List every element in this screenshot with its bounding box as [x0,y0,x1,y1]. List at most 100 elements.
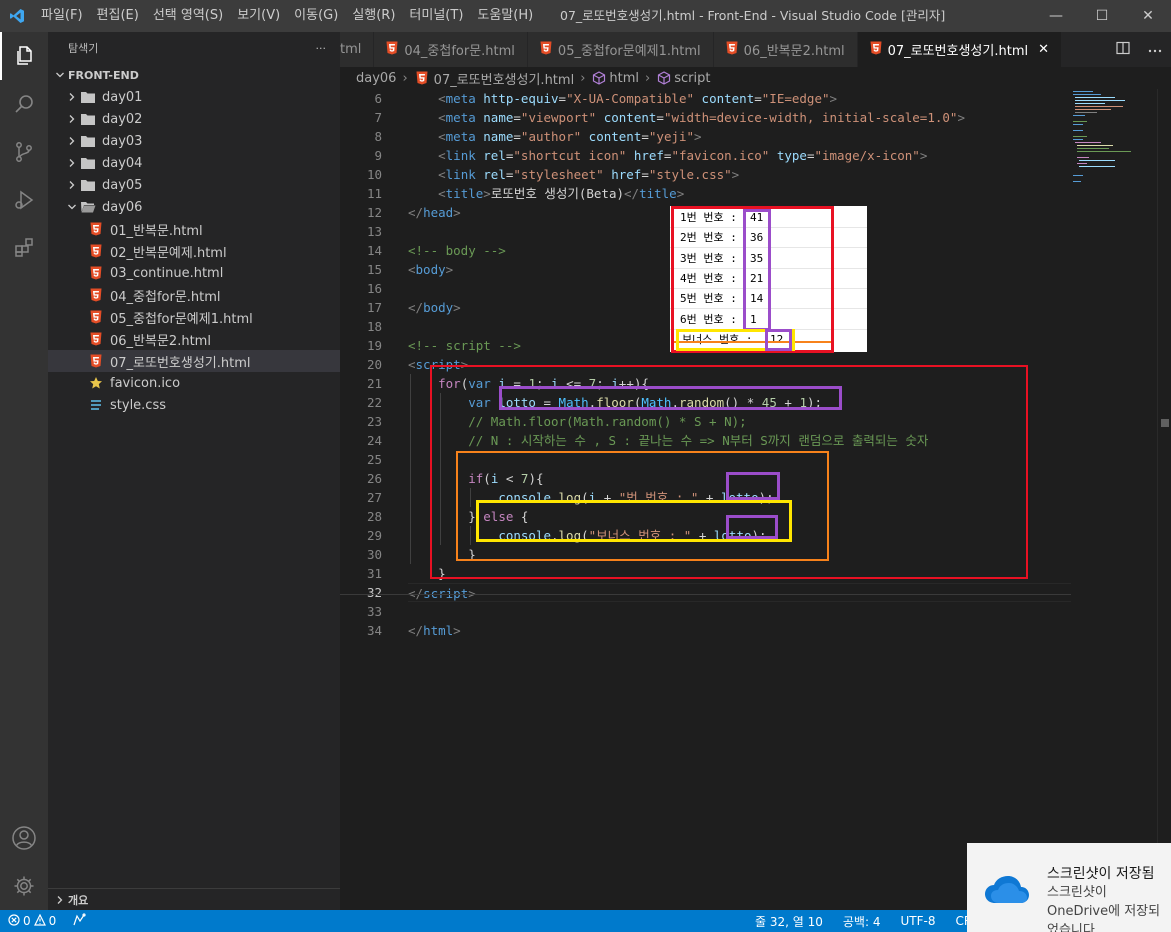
line-number: 17 [366,300,382,315]
breadcrumb-script[interactable]: script [674,71,710,86]
code-token: . [551,528,559,543]
breadcrumb-html[interactable]: html [609,71,639,86]
settings-gear-icon[interactable] [0,862,48,910]
folder-item[interactable]: day04 [48,152,340,174]
close-button[interactable]: ✕ [1125,0,1171,32]
code-token: lotto [498,395,536,410]
code-token: <!-- body --> [408,243,506,258]
file-favicon[interactable]: favicon.ico [48,372,340,394]
account-icon[interactable] [0,814,48,862]
code-token: ); [758,490,774,505]
search-icon[interactable] [0,80,48,128]
file-item[interactable]: 05_중첩for문예제1.html [48,306,340,328]
file-item[interactable]: 02_반복문예제.html [48,240,340,262]
extensions-icon[interactable] [0,224,48,272]
menu-item[interactable]: 이동(G) [287,0,345,32]
line-number: 28 [366,509,382,524]
code-token: link [445,148,476,163]
code-token: < [438,186,446,201]
menu-item[interactable]: 실행(R) [345,0,402,32]
menu-item[interactable]: 도움말(H) [470,0,540,32]
file-item[interactable]: 04_중첩for문.html [48,284,340,306]
html5-icon [88,265,104,281]
cursor-position[interactable]: 줄 32, 열 10 [755,913,823,930]
close-tab-icon[interactable]: ✕ [1038,42,1049,57]
folder-item[interactable]: day02 [48,108,340,130]
folder-item[interactable]: day03 [48,130,340,152]
encoding[interactable]: UTF-8 [900,914,935,928]
more-actions-icon[interactable] [1148,42,1162,57]
workspace-root[interactable]: FRONT-END [48,64,340,86]
code-token: > [453,205,461,220]
line-number: 20 [366,357,382,372]
code-token: i [611,376,619,391]
vscode-logo-icon[interactable] [0,0,34,32]
tab[interactable]: 06_반복문2.html [713,32,858,67]
source-control-icon[interactable] [0,128,48,176]
menu-item[interactable]: 보기(V) [230,0,287,32]
tab[interactable]: 05_중첩for문예제1.html [527,32,714,67]
folder-item[interactable]: day05 [48,174,340,196]
folder-item[interactable]: day01 [48,86,340,108]
minimize-button[interactable]: — [1033,0,1079,32]
problems-indicator[interactable]: 0 0 [8,913,57,929]
live-share-icon[interactable] [72,912,86,930]
breadcrumb-folder[interactable]: day06 [356,71,396,86]
folder-label: day02 [102,111,143,127]
code-token: . [551,490,559,505]
code-token: body [423,300,454,315]
code-token: . [671,395,679,410]
console-bonus-label: 보너스 번호 : [682,333,753,346]
menu-item[interactable]: 파일(F) [34,0,90,32]
code-token: Math [558,395,589,410]
symbol-element-icon [656,70,672,86]
minimap[interactable] [1071,89,1157,910]
file-label: favicon.ico [110,375,181,391]
code-token: ; [535,376,552,391]
menu-item[interactable]: 편집(E) [90,0,146,32]
editor-scrollbar[interactable] [1157,89,1171,910]
code-line: if(i < 7){ [408,469,1071,488]
menu-item[interactable]: 터미널(T) [402,0,470,32]
menu-item[interactable]: 선택 영역(S) [146,0,230,32]
indentation[interactable]: 공백: 4 [843,913,881,930]
html5-icon [88,221,104,237]
code-lines[interactable]: <meta http-equiv="X-UA-Compatible" conte… [408,89,1071,640]
maximize-button[interactable]: ☐ [1079,0,1125,32]
outline-section[interactable]: 개요 [48,888,340,910]
warning-count: 0 [48,914,57,928]
code-token: > [731,167,740,182]
folder-day06[interactable]: day06 [48,196,340,218]
explorer-icon[interactable] [0,32,48,80]
explorer-header: 탐색기 ··· [48,32,340,64]
file-item[interactable]: 06_반복문2.html [48,328,340,350]
console-label: 5번 번호 : [680,292,737,306]
code-line: console.log("보너스 번호 : " + lotto); [408,526,1071,545]
more-actions-button[interactable]: ··· [316,42,327,55]
file-item[interactable]: 07_로또번호생성기.html [48,350,340,372]
code-token: <!-- script --> [408,338,521,353]
code-line: </html> [408,621,1071,640]
folder-icon [80,111,96,127]
tab[interactable]: tml [340,32,375,67]
chevron-right-icon: › [402,70,408,86]
line-number: 8 [374,129,382,144]
screenshot-saved-toast[interactable]: 스크린샷이 저장됨 스크린샷이 OneDrive에 저장되었습니다. [967,843,1171,932]
code-token: Math [641,395,672,410]
run-debug-icon[interactable] [0,176,48,224]
tab[interactable]: 04_중첩for문.html [374,32,528,67]
code-line: </script> [408,583,1071,602]
file-item[interactable]: 01_반복문.html [48,218,340,240]
breadcrumb-file[interactable]: 07_로또번호생성기.html [434,69,575,88]
code-line: <title>로또번호 생성기(Beta)</title> [408,184,1071,203]
split-editor-icon[interactable] [1116,41,1130,59]
folder-icon [80,177,96,193]
file-style-css[interactable]: style.css [48,394,340,416]
tab-active[interactable]: 07_로또번호생성기.html ✕ [857,32,1063,67]
file-item[interactable]: 03_continue.html [48,262,340,284]
